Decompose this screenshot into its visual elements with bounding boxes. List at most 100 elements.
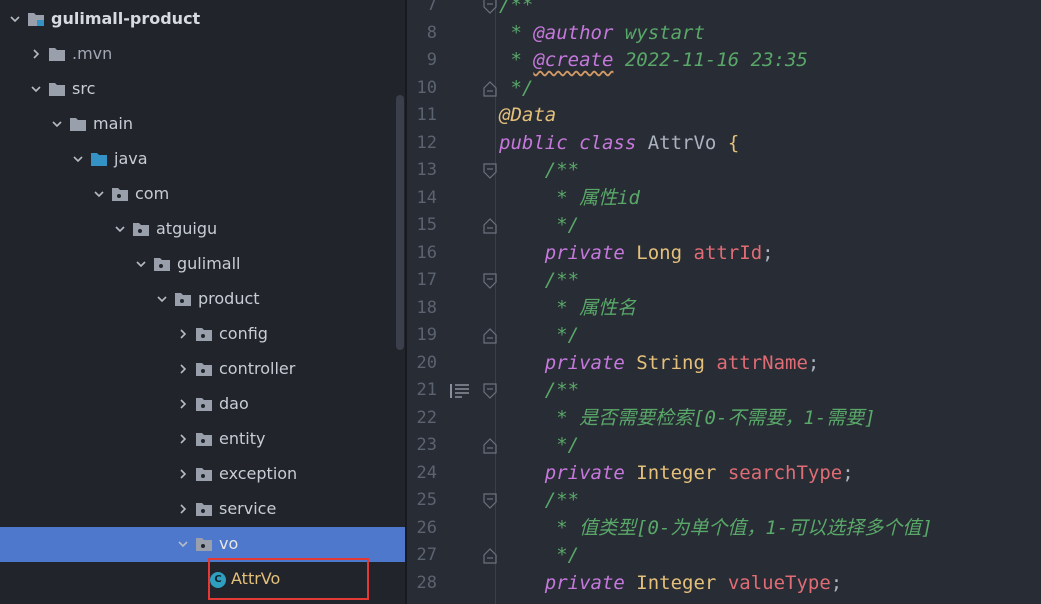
tree-item-config[interactable]: config	[0, 317, 405, 352]
tree-item-atguigu[interactable]: atguigu	[0, 212, 405, 247]
tree-item-vo[interactable]: vo	[0, 527, 405, 562]
code-text: */	[499, 432, 579, 460]
code-line[interactable]: 20 private String attrName;	[407, 350, 1041, 378]
code-token: * 属性id	[499, 186, 640, 209]
chevron-right-icon[interactable]	[178, 329, 188, 339]
chevron-down-icon[interactable]	[52, 119, 62, 129]
chevron-down-icon[interactable]	[157, 294, 167, 304]
code-line[interactable]: 10 */	[407, 75, 1041, 103]
tree-item-controller[interactable]: controller	[0, 352, 405, 387]
code-line[interactable]: 15 */	[407, 212, 1041, 240]
package-folder-icon	[196, 502, 213, 517]
package-folder-icon	[154, 257, 171, 272]
chevron-down-icon[interactable]	[73, 154, 83, 164]
fold-expand-icon[interactable]	[483, 328, 497, 344]
tree-item-java[interactable]: java	[0, 142, 405, 177]
chevron-down-icon[interactable]	[115, 224, 125, 234]
code-token: * 是否需要检索[0-不需要，1-需要]	[499, 406, 876, 429]
line-number: 10	[416, 77, 437, 98]
code-line[interactable]: 27 */	[407, 542, 1041, 570]
tree-item-src[interactable]: src	[0, 72, 405, 107]
tree-item-com[interactable]: com	[0, 177, 405, 212]
code-token: private	[544, 351, 625, 374]
ide-window: gulimall-product .mvn src main java com atguig…	[0, 0, 1041, 604]
code-line[interactable]: 25 /**	[407, 487, 1041, 515]
code-line[interactable]: 14 * 属性id	[407, 185, 1041, 213]
chevron-right-icon[interactable]	[178, 364, 188, 374]
fold-expand-icon[interactable]	[483, 218, 497, 234]
fold-expand-icon[interactable]	[483, 80, 497, 97]
fold-collapse-icon[interactable]	[483, 163, 497, 179]
chevron-right-icon[interactable]	[178, 504, 188, 514]
code-token: /**	[499, 0, 534, 16]
code-token: ;	[762, 241, 774, 264]
tree-item-label: com	[135, 184, 170, 203]
code-token: @Data	[499, 104, 557, 126]
fold-collapse-icon[interactable]	[483, 0, 497, 14]
tree-item-dao[interactable]: dao	[0, 387, 405, 422]
code-line[interactable]: 16 private Long attrId;	[407, 240, 1041, 268]
project-tree[interactable]: gulimall-product .mvn src main java com atguig…	[0, 0, 405, 604]
code-line[interactable]: 28 private Integer valueType;	[407, 570, 1041, 598]
chevron-down-icon[interactable]	[94, 189, 104, 199]
code-line[interactable]: 26 * 值类型[0-为单个值，1-可以选择多个值]	[407, 515, 1041, 543]
tree-item-gulimall[interactable]: gulimall	[0, 247, 405, 282]
tree-item-main[interactable]: main	[0, 107, 405, 142]
tree-scrollbar[interactable]	[396, 95, 404, 350]
code-line[interactable]: 13 /**	[407, 157, 1041, 185]
tree-item-label: gulimall-product	[51, 9, 201, 28]
code-token: * 值类型[0-为单个值，1-可以选择多个值]	[499, 516, 933, 539]
fold-expand-icon[interactable]	[483, 438, 497, 454]
package-folder-icon	[196, 327, 213, 342]
tree-item-gulimall-product[interactable]: gulimall-product	[0, 2, 405, 37]
tree-item-label: atguigu	[156, 219, 218, 238]
code-token: /**	[499, 269, 580, 291]
code-text: private Integer valueType;	[499, 570, 842, 598]
chevron-right-icon[interactable]	[178, 399, 188, 409]
tree-item-exception[interactable]: exception	[0, 457, 405, 492]
tree-item-service[interactable]: service	[0, 492, 405, 527]
code-line[interactable]: 9 * @create 2022-11-16 23:35	[407, 47, 1041, 75]
code-token: AttrVo	[636, 131, 728, 154]
chevron-down-icon[interactable]	[31, 84, 41, 94]
chevron-down-icon[interactable]	[10, 14, 20, 24]
chevron-down-icon[interactable]	[178, 539, 188, 549]
code-line[interactable]: 19 */	[407, 322, 1041, 350]
fold-collapse-icon[interactable]	[483, 273, 497, 289]
code-line[interactable]: 23 */	[407, 432, 1041, 460]
chevron-right-icon[interactable]	[31, 49, 41, 59]
line-number: 8	[426, 22, 437, 43]
tree-item-label: config	[219, 324, 268, 343]
tree-item-product[interactable]: product	[0, 282, 405, 317]
code-text: * 属性名	[499, 295, 636, 323]
code-line[interactable]: 12 public class AttrVo {	[407, 130, 1041, 158]
fold-collapse-icon[interactable]	[483, 383, 497, 399]
tree-item-mvn[interactable]: .mvn	[0, 37, 405, 72]
code-token: attrId	[693, 241, 763, 264]
code-editor[interactable]: 7/** 8 * @author wystart 9 * @create 2022-…	[407, 0, 1041, 604]
code-line[interactable]: 8 * @author wystart	[407, 20, 1041, 48]
chevron-right-icon[interactable]	[178, 434, 188, 444]
folder-icon	[49, 82, 66, 97]
code-line[interactable]: 21 /**	[407, 377, 1041, 405]
line-number: 15	[416, 215, 437, 235]
chevron-down-icon[interactable]	[136, 259, 146, 269]
rendered-doc-toggle-icon[interactable]	[450, 383, 470, 399]
chevron-right-icon[interactable]	[178, 469, 188, 479]
tree-item-entity[interactable]: entity	[0, 422, 405, 457]
fold-expand-icon[interactable]	[483, 548, 497, 564]
package-folder-icon	[196, 432, 213, 447]
code-line[interactable]: 11 @Data	[407, 102, 1041, 130]
code-token: private	[544, 571, 625, 594]
code-line[interactable]: 22 * 是否需要检索[0-不需要，1-需要]	[407, 405, 1041, 433]
fold-collapse-icon[interactable]	[483, 493, 497, 509]
code-line[interactable]: 7 /**	[407, 0, 1041, 20]
code-line[interactable]: 24 private Integer searchType;	[407, 460, 1041, 488]
line-number: 25	[416, 490, 437, 510]
code-text: */	[499, 75, 533, 103]
code-line[interactable]: 18 * 属性名	[407, 295, 1041, 323]
code-line[interactable]: 17 /**	[407, 267, 1041, 295]
code-text: */	[499, 212, 579, 240]
